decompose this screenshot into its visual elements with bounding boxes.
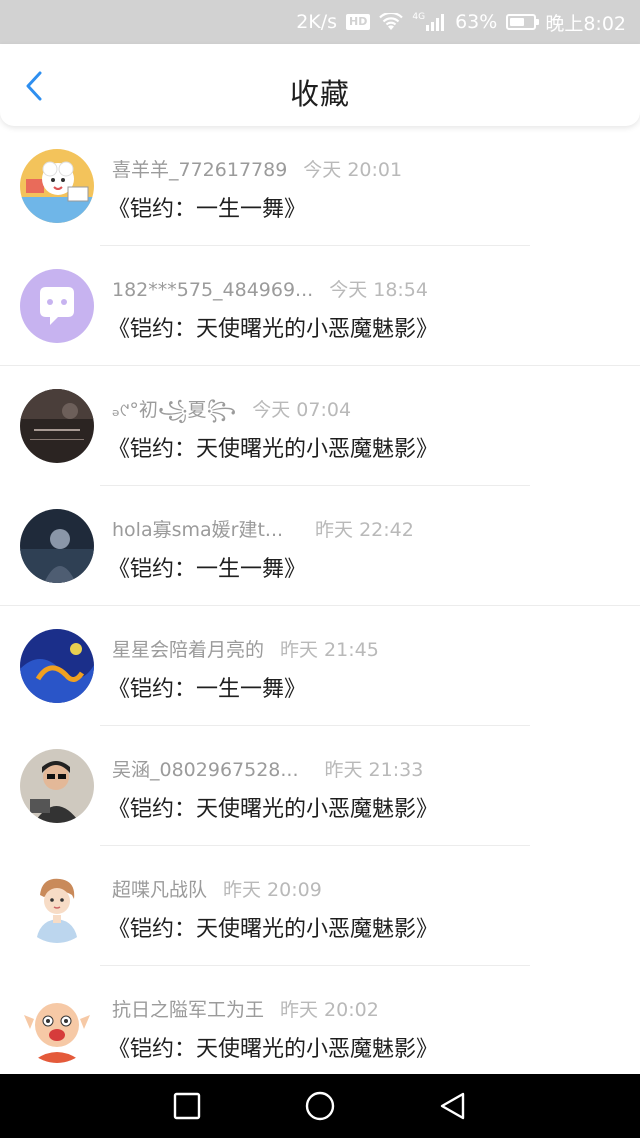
item-time: 昨天 20:09 — [223, 879, 322, 901]
screen: 2K/s HD 4G 63% 晚上8:02 收藏 喜羊羊_772617789 今… — [0, 0, 640, 1138]
list-item[interactable]: 182***575_484969... 今天 18:54 《铠约：天使曙光的小恶魔… — [0, 246, 640, 366]
battery-icon — [506, 14, 540, 30]
item-meta: 超喋凡战队 昨天 20:09 — [112, 875, 620, 902]
item-title[interactable]: 《铠约：一生一舞》 — [108, 671, 620, 703]
battery-percent: 63% — [455, 11, 498, 33]
clock: 晚上8:02 — [545, 12, 626, 35]
item-title[interactable]: 《铠约：天使曙光的小恶魔魅影》 — [108, 911, 620, 943]
item-time: 昨天 21:33 — [324, 759, 424, 781]
item-meta: 喜羊羊_772617789 今天 20:01 — [112, 155, 620, 182]
avatar[interactable] — [20, 749, 94, 823]
header: 收藏 — [0, 44, 640, 126]
battery-level — [510, 18, 525, 26]
item-time: 今天 18:54 — [329, 279, 428, 301]
avatar[interactable] — [20, 629, 94, 703]
circle-icon — [305, 1091, 335, 1121]
system-back-button[interactable] — [435, 1088, 471, 1124]
hd-badge: HD — [346, 14, 371, 30]
list-item[interactable]: 喜羊羊_772617789 今天 20:01 《铠约：一生一舞》 — [0, 126, 640, 246]
avatar[interactable] — [20, 989, 94, 1063]
item-title[interactable]: 《铠约：天使曙光的小恶魔魅影》 — [108, 791, 620, 823]
item-time: 昨天 22:42 — [315, 519, 414, 541]
item-title[interactable]: 《铠约：一生一舞》 — [108, 551, 620, 583]
network-type: 4G — [412, 12, 426, 22]
signal-icon: 4G — [412, 13, 446, 31]
navigation-bar — [0, 1074, 640, 1138]
list-item[interactable]: ₔ୯°初꧁夏꧂ 今天 07:04 《铠约：天使曙光的小恶魔魅影》 — [0, 366, 640, 486]
item-author: 182***575_484969... — [112, 279, 314, 301]
recent-apps-button[interactable] — [169, 1088, 205, 1124]
item-meta: 182***575_484969... 今天 18:54 — [112, 275, 620, 302]
item-title[interactable]: 《铠约：一生一舞》 — [108, 191, 620, 223]
item-title[interactable]: 《铠约：天使曙光的小恶魔魅影》 — [108, 431, 620, 463]
avatar[interactable] — [20, 389, 94, 463]
item-author: 星星会陪着月亮的 — [112, 639, 265, 661]
home-button[interactable] — [302, 1088, 338, 1124]
item-title[interactable]: 《铠约：天使曙光的小恶魔魅影》 — [108, 311, 620, 343]
item-author: ₔ୯°初꧁夏꧂ — [112, 399, 237, 421]
item-author: 喜羊羊_772617789 — [112, 159, 288, 181]
square-icon — [173, 1092, 200, 1120]
avatar[interactable] — [20, 269, 94, 343]
list-item[interactable]: 抗日之隘军工为王 昨天 20:02 《铠约：天使曙光的小恶魔魅影》 — [0, 966, 640, 1074]
item-time: 今天 20:01 — [303, 159, 403, 181]
status-bar: 2K/s HD 4G 63% 晚上8:02 — [0, 0, 640, 44]
triangle-back-icon — [441, 1092, 465, 1120]
item-time: 昨天 21:45 — [280, 639, 379, 661]
item-meta: ₔ୯°初꧁夏꧂ 今天 07:04 — [112, 395, 620, 434]
wifi-icon — [379, 13, 404, 31]
avatar[interactable] — [20, 149, 94, 223]
avatar[interactable] — [20, 869, 94, 943]
item-author: 吴涵_0802967528... — [112, 759, 299, 781]
item-meta: 抗日之隘军工为王 昨天 20:02 — [112, 995, 620, 1022]
list-item[interactable]: 吴涵_0802967528... 昨天 21:33 《铠约：天使曙光的小恶魔魅影》 — [0, 726, 640, 846]
item-title[interactable]: 《铠约：天使曙光的小恶魔魅影》 — [108, 1031, 620, 1063]
list-item[interactable]: 星星会陪着月亮的 昨天 21:45 《铠约：一生一舞》 — [0, 606, 640, 726]
item-author: 超喋凡战队 — [112, 879, 208, 901]
item-meta: hola寡sma媛r建t... 昨天 22:42 — [112, 515, 620, 542]
item-author: hola寡sma媛r建t... — [112, 519, 284, 541]
network-speed: 2K/s — [296, 11, 338, 33]
list-item[interactable]: 超喋凡战队 昨天 20:09 《铠约：天使曙光的小恶魔魅影》 — [0, 846, 640, 966]
item-meta: 星星会陪着月亮的 昨天 21:45 — [112, 635, 620, 662]
item-author: 抗日之隘军工为王 — [112, 999, 265, 1021]
item-time: 今天 07:04 — [252, 399, 352, 421]
item-time: 昨天 20:02 — [280, 999, 379, 1021]
avatar[interactable] — [20, 509, 94, 583]
item-meta: 吴涵_0802967528... 昨天 21:33 — [112, 755, 620, 782]
favorites-list: 喜羊羊_772617789 今天 20:01 《铠约：一生一舞》 182***57… — [0, 126, 640, 1074]
list-item[interactable]: hola寡sma媛r建t... 昨天 22:42 《铠约：一生一舞》 — [0, 486, 640, 606]
page-title: 收藏 — [289, 77, 350, 111]
